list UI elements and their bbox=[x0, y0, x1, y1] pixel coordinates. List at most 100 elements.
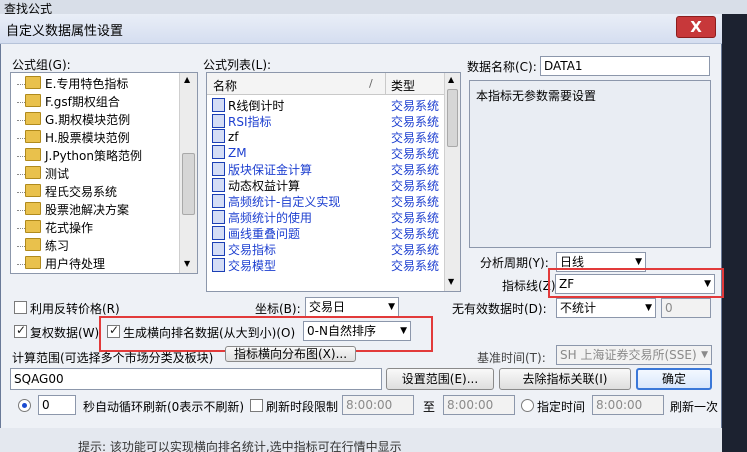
tree-connector bbox=[17, 210, 25, 212]
group-tree-item-label: 程氏交易系统 bbox=[45, 185, 118, 199]
formula-icon bbox=[212, 178, 225, 192]
formula-row[interactable]: RSI指标 交易系统 bbox=[207, 113, 439, 129]
data-name-label: 数据名称(C): bbox=[467, 60, 537, 74]
formula-row[interactable]: 动态权益计算 交易系统 bbox=[207, 177, 439, 193]
close-button[interactable]: X bbox=[676, 16, 716, 38]
remove-association-button[interactable]: 去除指标关联(I) bbox=[499, 368, 631, 390]
invalid-data-value: 不统计 bbox=[560, 301, 597, 315]
column-name-header[interactable]: 名称 bbox=[213, 77, 237, 94]
folder-icon bbox=[25, 256, 41, 269]
formula-row[interactable]: 交易指标 交易系统 bbox=[207, 241, 439, 257]
refresh-interval-input[interactable]: 0 bbox=[38, 395, 76, 415]
formula-row[interactable]: 画线重叠问题 交易系统 bbox=[207, 225, 439, 241]
invalid-data-number[interactable]: 0 bbox=[661, 298, 711, 318]
data-name-input[interactable]: DATA1 bbox=[540, 56, 710, 76]
indicator-line-select[interactable]: ZF ▼ bbox=[555, 274, 715, 294]
group-tree-item[interactable]: 测试 bbox=[25, 165, 69, 183]
formula-icon bbox=[212, 162, 225, 176]
scroll-down-icon[interactable]: ▼ bbox=[448, 277, 454, 286]
hint-text: 提示: 该功能可以实现横向排名统计,选中指标可在行情中显示 bbox=[78, 440, 402, 452]
group-tree-item[interactable]: H.股票模块范例 bbox=[25, 129, 130, 147]
group-tree-item[interactable]: 花式操作 bbox=[25, 219, 93, 237]
calc-range-input[interactable]: SQAG00 bbox=[10, 368, 382, 390]
group-tree-item-label: 用户待处理 bbox=[45, 257, 106, 271]
time-to-input[interactable]: 8:00:00 bbox=[443, 395, 515, 415]
formula-icon bbox=[212, 129, 225, 143]
column-type-header[interactable]: 类型 bbox=[391, 77, 415, 94]
invalid-data-label: 无有效数据时(D): bbox=[452, 302, 547, 316]
folder-icon bbox=[25, 76, 41, 89]
formula-list-scrollbar[interactable]: ▲ ▼ bbox=[444, 73, 460, 291]
tree-connector bbox=[17, 264, 25, 266]
sort-slash-icon: / bbox=[369, 77, 373, 90]
distribution-chart-button[interactable]: 指标横向分布图(X)... bbox=[225, 346, 356, 362]
tree-connector bbox=[17, 246, 25, 248]
formula-icon bbox=[212, 242, 225, 256]
formula-list[interactable]: 名称 / 类型 R线倒计时 交易系统 RSI指标 交易系统 zf 交易系统 ZM 交易系统 版块… bbox=[206, 72, 461, 292]
folder-icon bbox=[25, 220, 41, 233]
refresh-limit-checkbox[interactable] bbox=[250, 399, 263, 412]
formula-row[interactable]: 版块保证金计算 交易系统 bbox=[207, 161, 439, 177]
dialog-title: 自定义数据属性设置 bbox=[6, 24, 124, 39]
coordinate-select[interactable]: 交易日 ▼ bbox=[305, 297, 399, 317]
auto-refresh-radio[interactable] bbox=[18, 399, 31, 412]
scroll-down-icon[interactable]: ▼ bbox=[184, 259, 190, 268]
formula-row[interactable]: R线倒计时 交易系统 bbox=[207, 97, 439, 113]
formula-type: 交易系统 bbox=[391, 179, 440, 193]
chevron-down-icon: ▼ bbox=[388, 302, 395, 312]
chevron-down-icon: ▼ bbox=[400, 326, 407, 336]
period-value: 日线 bbox=[560, 255, 585, 269]
ranking-label: 生成横向排名数据(从大到小)(O) bbox=[123, 326, 296, 340]
formula-row[interactable]: 高频统计-自定义实现 交易系统 bbox=[207, 193, 439, 209]
group-tree-item[interactable]: 股票池解决方案 bbox=[25, 201, 129, 219]
period-label: 分析周期(Y): bbox=[480, 256, 549, 270]
group-tree-item-label: E.专用特色指标 bbox=[45, 77, 129, 91]
ok-button[interactable]: 确定 bbox=[636, 368, 712, 390]
group-tree-item[interactable]: 练习 bbox=[25, 237, 69, 255]
specified-time-radio[interactable] bbox=[521, 399, 534, 412]
formula-row[interactable]: ZM 交易系统 bbox=[207, 145, 439, 161]
restored-data-checkbox[interactable] bbox=[14, 323, 27, 338]
base-time-value: SH 上海证券交易所(SSE) bbox=[560, 348, 697, 362]
background-app-bar bbox=[0, 0, 747, 14]
group-tree-item[interactable]: 用户待处理 bbox=[25, 255, 105, 273]
group-tree-scroll-thumb[interactable] bbox=[182, 153, 195, 215]
group-tree-item[interactable]: F.gsf期权组合 bbox=[25, 93, 120, 111]
header-divider bbox=[385, 73, 386, 95]
hint-strip: 提示: 该功能可以实现横向排名统计,选中指标可在行情中显示 bbox=[0, 428, 722, 452]
base-time-label: 基准时间(T): bbox=[477, 351, 546, 365]
group-tree-item[interactable]: G.期权模块范例 bbox=[25, 111, 130, 129]
ranking-mode-select[interactable]: 0-N自然排序 ▼ bbox=[303, 321, 411, 341]
group-tree-item[interactable]: 程氏交易系统 bbox=[25, 183, 117, 201]
formula-row[interactable]: 交易模型 交易系统 bbox=[207, 257, 439, 273]
folder-icon bbox=[25, 202, 41, 215]
group-tree-item-label: H.股票模块范例 bbox=[45, 131, 130, 145]
formula-row[interactable]: zf 交易系统 bbox=[207, 129, 439, 145]
group-tree-item-label: 股票池解决方案 bbox=[45, 203, 130, 217]
group-tree[interactable]: E.专用特色指标 F.gsf期权组合 G.期权模块范例 H.股票模块范例 J.Pytho… bbox=[10, 72, 198, 274]
folder-icon bbox=[25, 130, 41, 143]
scroll-up-icon[interactable]: ▲ bbox=[448, 75, 454, 84]
group-tree-item[interactable]: J.Python策略范例 bbox=[25, 147, 142, 165]
time-from-input[interactable]: 8:00:00 bbox=[342, 395, 414, 415]
group-tree-scrollbar[interactable]: ▲ ▼ bbox=[179, 73, 197, 273]
ranking-checkbox[interactable] bbox=[107, 323, 120, 338]
group-tree-item-label: 花式操作 bbox=[45, 221, 94, 235]
scroll-up-icon[interactable]: ▲ bbox=[184, 75, 190, 84]
formula-name: 画线重叠问题 bbox=[228, 227, 301, 241]
set-range-button[interactable]: 设置范围(E)... bbox=[386, 368, 494, 390]
formula-list-scroll-thumb[interactable] bbox=[447, 89, 458, 147]
reverse-price-label: 利用反转价格(R) bbox=[30, 302, 120, 316]
group-tree-item[interactable]: E.专用特色指标 bbox=[25, 75, 128, 93]
reverse-price-checkbox[interactable] bbox=[14, 301, 27, 314]
formula-row[interactable]: 高频统计的使用 交易系统 bbox=[207, 209, 439, 225]
tree-connector bbox=[17, 228, 25, 230]
formula-list-label: 公式列表(L): bbox=[203, 58, 272, 72]
formula-type: 交易系统 bbox=[391, 99, 440, 113]
tree-connector bbox=[17, 156, 25, 158]
specified-time-input[interactable]: 8:00:00 bbox=[592, 395, 664, 415]
restored-data-label: 复权数据(W) bbox=[30, 326, 100, 340]
base-time-select[interactable]: SH 上海证券交易所(SSE) ▼ bbox=[556, 345, 712, 365]
formula-icon bbox=[212, 145, 225, 159]
invalid-data-select[interactable]: 不统计 ▼ bbox=[556, 298, 656, 318]
